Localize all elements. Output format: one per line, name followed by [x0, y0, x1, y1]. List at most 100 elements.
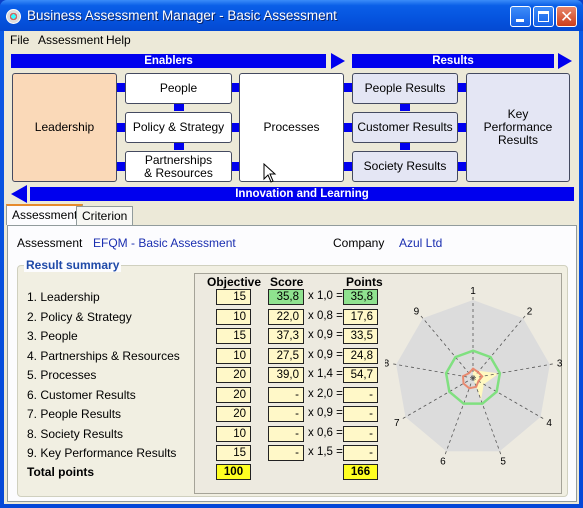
assessment-label: Assessment [17, 236, 83, 250]
score-cell[interactable]: - [268, 386, 304, 403]
menu-assessment[interactable]: Assessment [38, 33, 103, 47]
score-cell[interactable]: - [268, 425, 304, 442]
points-cell: 33,5 [343, 328, 378, 344]
weight-multiplier: x 1,5 = [308, 446, 343, 458]
score-cell[interactable]: 39,0 [268, 367, 304, 383]
score-header: Score [270, 275, 304, 289]
weight-multiplier: x 0,9 = [308, 407, 343, 419]
points-cell: - [343, 386, 378, 403]
weight-multiplier: x 1,0 = [308, 290, 343, 302]
assessment-panel: Assessment EFQM - Basic Assessment Compa… [7, 225, 577, 502]
maximize-icon [538, 11, 549, 22]
row-label: 8. Society Results [27, 426, 124, 441]
radar-chart: 1 2 3 4 5 6 7 8 9 [385, 286, 563, 468]
weight-multiplier: x 0,8 = [308, 309, 343, 322]
radar-axis-label: 4 [546, 418, 552, 429]
key-performance-results-box[interactable]: Key Performance Results [466, 73, 570, 182]
processes-box[interactable]: Processes [239, 73, 344, 182]
radar-axis-label: 6 [440, 457, 446, 468]
people-results-box[interactable]: People Results [352, 73, 458, 104]
close-icon: ✕ [560, 7, 574, 26]
row-label: 4. Partnerships & Resources [27, 348, 180, 363]
society-results-box[interactable]: Society Results [352, 151, 458, 182]
radar-axis-label: 3 [557, 359, 563, 370]
row-label: 5. Processes [27, 368, 97, 382]
points-cell: - [343, 425, 378, 442]
title-bar[interactable]: Business Assessment Manager - Basic Asse… [0, 0, 583, 31]
score-cell[interactable]: 27,5 [268, 347, 304, 364]
arrow-right-icon [331, 53, 345, 69]
connector [400, 103, 410, 111]
innovation-band: Innovation and Learning [30, 187, 574, 201]
radar-axis-label: 8 [385, 359, 390, 370]
row-label: 9. Key Performance Results [27, 446, 177, 460]
objective-cell[interactable]: 20 [216, 367, 251, 383]
objective-cell[interactable]: 15 [216, 289, 251, 305]
row-label: 2. Policy & Strategy [27, 309, 132, 324]
points-cell: - [343, 406, 378, 422]
assessment-value: EFQM - Basic Assessment [93, 236, 236, 250]
row-label: 6. Customer Results [27, 387, 136, 402]
points-cell: 35,8 [343, 289, 378, 305]
weight-multiplier: x 0,6 = [308, 426, 343, 439]
points-header: Points [346, 275, 383, 289]
client-area: File Assessment Help Enablers Results Le… [4, 31, 579, 504]
menu-file[interactable]: File [10, 33, 29, 47]
objective-cell[interactable]: 10 [216, 347, 251, 364]
objective-header: Objective [207, 275, 262, 289]
radar-axis-label: 7 [394, 418, 400, 429]
leadership-box[interactable]: Leadership [12, 73, 117, 182]
row-label: 3. People [27, 329, 78, 343]
arrow-left-icon [11, 185, 27, 203]
score-cell[interactable]: 37,3 [268, 328, 304, 344]
customer-results-box[interactable]: Customer Results [352, 112, 458, 143]
objective-cell[interactable]: 10 [216, 308, 251, 325]
objective-cell[interactable]: 15 [216, 445, 251, 461]
menu-bar: File Assessment Help [4, 31, 579, 49]
people-box[interactable]: People [125, 73, 232, 104]
app-icon [6, 9, 21, 24]
score-cell[interactable]: - [268, 445, 304, 461]
weight-multiplier: x 1,4 = [308, 368, 343, 380]
score-cell[interactable]: - [268, 406, 304, 422]
weight-multiplier: x 0,9 = [308, 329, 343, 341]
menu-help[interactable]: Help [106, 33, 131, 47]
objective-cell[interactable]: 20 [216, 406, 251, 422]
radar-axis-label: 9 [414, 307, 420, 318]
policy-strategy-box[interactable]: Policy & Strategy [125, 112, 232, 143]
score-cell[interactable]: 35,8 [268, 289, 304, 305]
weight-multiplier: x 0,9 = [308, 348, 343, 361]
mouse-cursor-icon [263, 163, 277, 183]
row-label: 7. People Results [27, 407, 122, 421]
points-cell: 54,7 [343, 367, 378, 383]
connector [174, 142, 184, 150]
total-points-label: Total points [27, 465, 95, 479]
radar-axis-label: 1 [470, 286, 476, 297]
objective-cell[interactable]: 20 [216, 386, 251, 403]
score-cell[interactable]: 22,0 [268, 308, 304, 325]
row-label: 1. Leadership [27, 290, 100, 304]
connector [174, 103, 184, 111]
minimize-icon [516, 19, 524, 22]
close-button[interactable]: ✕ [556, 6, 577, 27]
application-window: Business Assessment Manager - Basic Asse… [0, 0, 583, 508]
company-value: Azul Ltd [399, 236, 443, 250]
objective-cell[interactable]: 15 [216, 328, 251, 344]
radar-axis-label: 5 [500, 457, 506, 468]
tab-criterion[interactable]: Criterion [76, 206, 134, 225]
company-label: Company [333, 236, 385, 250]
partnerships-resources-box[interactable]: Partnerships & Resources [125, 151, 232, 182]
connector [400, 142, 410, 150]
objective-cell[interactable]: 10 [216, 425, 251, 442]
radar-axis-label: 2 [527, 307, 533, 318]
minimize-button[interactable] [510, 6, 531, 27]
points-cell: 24,8 [343, 347, 378, 364]
result-summary-group: Result summary 1 2 3 4 5 6 7 8 9 Objective Score… [17, 258, 568, 497]
window-title: Business Assessment Manager - Basic Asse… [27, 8, 337, 23]
result-summary-title: Result summary [24, 258, 122, 272]
results-band: Results [352, 54, 554, 68]
weight-multiplier: x 2,0 = [308, 387, 343, 400]
points-cell: - [343, 445, 378, 461]
maximize-button[interactable] [533, 6, 554, 27]
tab-assessment[interactable]: Assessment [6, 204, 84, 225]
